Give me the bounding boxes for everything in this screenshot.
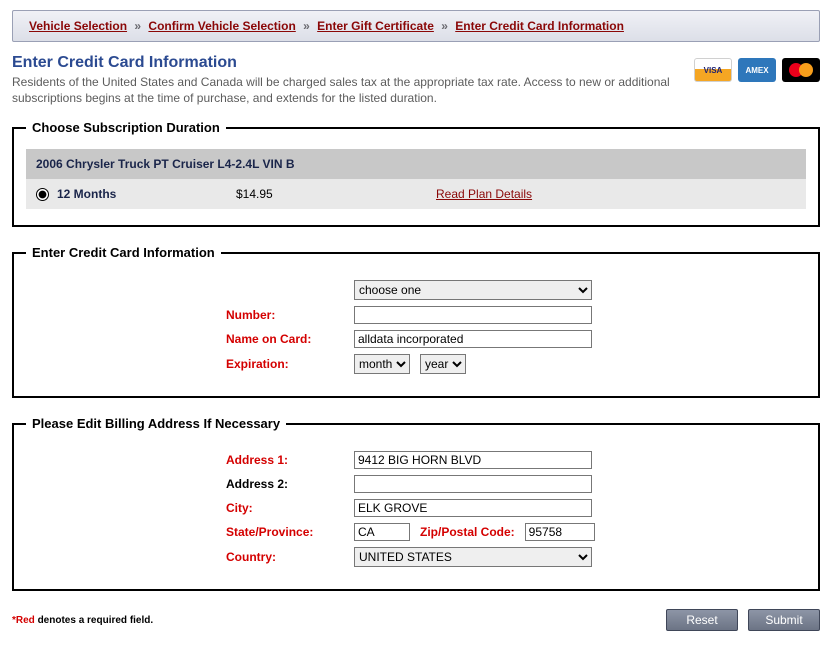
country-label: Country: (226, 550, 346, 564)
visa-icon: VISA (694, 58, 732, 82)
breadcrumb-confirm-vehicle[interactable]: Confirm Vehicle Selection (148, 19, 295, 33)
plan-row: 12 Months $14.95 Read Plan Details (26, 179, 806, 209)
card-type-select[interactable]: choose one (354, 280, 592, 300)
address1-input[interactable] (354, 451, 592, 469)
card-expiration-label: Expiration: (226, 357, 346, 371)
reset-button[interactable]: Reset (666, 609, 738, 631)
page-header: Enter Credit Card Information Residents … (12, 54, 820, 106)
breadcrumb-vehicle-selection[interactable]: Vehicle Selection (29, 19, 127, 33)
submit-button[interactable]: Submit (748, 609, 820, 631)
plan-details-link[interactable]: Read Plan Details (436, 187, 532, 201)
card-number-input[interactable] (354, 306, 592, 324)
plan-price: $14.95 (236, 187, 436, 201)
card-fieldset: Enter Credit Card Information choose one… (12, 245, 820, 398)
card-legend: Enter Credit Card Information (26, 245, 221, 260)
card-number-label: Number: (226, 308, 346, 322)
card-exp-year-select[interactable]: year (420, 354, 466, 374)
zip-label: Zip/Postal Code: (420, 525, 515, 539)
page-description: Residents of the United States and Canad… (12, 74, 674, 106)
plan-term: 12 Months (57, 187, 116, 201)
subscription-fieldset: Choose Subscription Duration 2006 Chrysl… (12, 120, 820, 227)
state-label: State/Province: (226, 525, 346, 539)
address1-label: Address 1: (226, 453, 346, 467)
breadcrumb-gift-certificate[interactable]: Enter Gift Certificate (317, 19, 434, 33)
subscription-legend: Choose Subscription Duration (26, 120, 226, 135)
card-name-label: Name on Card: (226, 332, 346, 346)
address2-label: Address 2: (226, 477, 346, 491)
breadcrumb-separator (299, 19, 314, 33)
page-title: Enter Credit Card Information (12, 54, 674, 72)
vehicle-description: 2006 Chrysler Truck PT Cruiser L4-2.4L V… (26, 149, 806, 179)
city-label: City: (226, 501, 346, 515)
billing-legend: Please Edit Billing Address If Necessary (26, 416, 286, 431)
plan-radio-12m[interactable] (36, 188, 49, 201)
address2-input[interactable] (354, 475, 592, 493)
breadcrumb-separator (437, 19, 452, 33)
card-exp-month-select[interactable]: month (354, 354, 410, 374)
accepted-cards: VISA AMEX (694, 58, 820, 82)
breadcrumb-credit-card[interactable]: Enter Credit Card Information (455, 19, 624, 33)
country-select[interactable]: UNITED STATES (354, 547, 592, 567)
required-footnote: *Red denotes a required field. (12, 615, 153, 626)
form-footer: *Red denotes a required field. Reset Sub… (12, 609, 820, 631)
mastercard-icon (782, 58, 820, 82)
breadcrumb: Vehicle Selection Confirm Vehicle Select… (12, 10, 820, 42)
billing-fieldset: Please Edit Billing Address If Necessary… (12, 416, 820, 591)
breadcrumb-separator (130, 19, 145, 33)
card-name-input[interactable] (354, 330, 592, 348)
amex-icon: AMEX (738, 58, 776, 82)
footnote-star: *Red (12, 615, 35, 626)
footnote-text: denotes a required field. (35, 615, 153, 626)
zip-input[interactable] (525, 523, 595, 541)
city-input[interactable] (354, 499, 592, 517)
state-input[interactable] (354, 523, 410, 541)
